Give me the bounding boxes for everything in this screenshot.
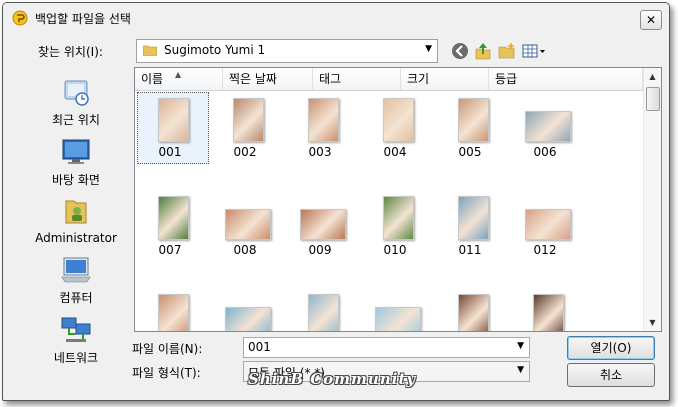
file-item[interactable] [435, 290, 505, 331]
file-list[interactable]: ▲ 이름 찍은 날짜 태그 크기 등급 001 002 003 004 005 006 007… [134, 67, 662, 332]
filetype-label: 파일 형식(T): [132, 366, 201, 380]
file-name: 008 [233, 243, 257, 257]
column-name[interactable]: ▲ 이름 [135, 68, 223, 90]
open-file-dialog: 백업할 파일을 선택 ✕ 찾는 위치(I): Sugimoto Yumi 1 ▼ [2, 2, 670, 401]
photo-thumbnail [158, 294, 189, 331]
look-in-label: 찾는 위치(I): [38, 45, 103, 59]
chevron-down-icon[interactable]: ▼ [425, 44, 432, 54]
watermark: ShinB Community [248, 370, 417, 388]
backup-app-icon [12, 10, 28, 26]
file-item[interactable] [285, 290, 355, 331]
user-folder-icon [65, 200, 87, 224]
photo-thumbnail [375, 307, 421, 331]
file-name: 003 [308, 145, 332, 159]
up-folder-icon[interactable] [473, 41, 493, 61]
column-tags[interactable]: 태그 [313, 68, 401, 90]
scrollbar-thumb[interactable] [646, 87, 660, 111]
file-item[interactable]: 003 [285, 94, 355, 169]
file-item[interactable] [210, 290, 280, 331]
file-item[interactable]: 010 [360, 192, 430, 267]
place-label: 최근 위치 [52, 113, 100, 127]
place-label: Administrator [35, 231, 117, 245]
file-name: 009 [308, 243, 332, 257]
photo-thumbnail [300, 209, 346, 240]
filename-value: 001 [248, 340, 271, 354]
filename-field[interactable]: 001 ▼ [243, 337, 530, 358]
place-user[interactable]: Administrator [20, 195, 132, 245]
photo-thumbnail [225, 209, 271, 240]
file-item[interactable]: 011 [435, 192, 505, 267]
look-in-value: Sugimoto Yumi 1 [164, 43, 266, 57]
place-desktop[interactable]: 바탕 화면 [20, 137, 132, 188]
file-item[interactable]: 009 [285, 192, 355, 267]
photo-thumbnail [458, 98, 489, 142]
photo-thumbnail [233, 98, 264, 142]
photo-thumbnail [533, 294, 564, 331]
file-item[interactable]: 002 [210, 94, 280, 169]
scroll-down-icon[interactable]: ▼ [644, 314, 661, 331]
filename-label: 파일 이름(N): [132, 342, 203, 356]
computer-icon [61, 257, 91, 283]
photo-thumbnail [458, 294, 489, 331]
photo-thumbnail [525, 209, 571, 240]
photo-thumbnail [158, 98, 189, 142]
column-size[interactable]: 크기 [401, 68, 489, 90]
column-rating[interactable]: 등급 [489, 68, 643, 90]
column-date-taken[interactable]: 찍은 날짜 [223, 68, 313, 90]
place-label: 바탕 화면 [52, 173, 100, 187]
desktop-icon [62, 139, 90, 164]
photo-thumbnail [383, 98, 414, 142]
place-label: 컴퓨터 [59, 291, 93, 305]
file-item[interactable] [360, 290, 430, 331]
file-name: 007 [158, 243, 182, 257]
photo-thumbnail [158, 196, 189, 240]
photo-thumbnail [308, 294, 339, 331]
view-menu-icon[interactable] [521, 41, 547, 61]
photo-thumbnail [525, 111, 571, 142]
file-item[interactable]: 006 [510, 94, 580, 169]
place-label: 네트워크 [53, 351, 99, 365]
place-recent[interactable]: 최근 위치 [20, 77, 132, 128]
file-item[interactable]: 008 [210, 192, 280, 267]
file-name: 006 [533, 145, 557, 159]
file-name: 010 [383, 243, 407, 257]
network-icon [61, 317, 91, 342]
file-name: 011 [458, 243, 482, 257]
scroll-up-icon[interactable]: ▲ [644, 68, 661, 85]
sort-ascending-icon: ▲ [175, 70, 182, 79]
close-button[interactable]: ✕ [640, 10, 662, 30]
window-title: 백업할 파일을 선택 [35, 12, 131, 26]
file-item[interactable]: 001 [135, 92, 209, 169]
file-name: 001 [158, 145, 182, 159]
file-item[interactable] [135, 290, 205, 331]
photo-thumbnail [308, 98, 339, 142]
file-name: 002 [233, 145, 257, 159]
photo-thumbnail [458, 196, 489, 240]
file-item[interactable]: 004 [360, 94, 430, 169]
file-name: 004 [383, 145, 407, 159]
chevron-down-icon[interactable]: ▼ [517, 365, 524, 375]
file-name: 005 [458, 145, 482, 159]
photo-thumbnail [225, 307, 271, 331]
recent-places-icon [64, 80, 89, 106]
title-bar: 백업할 파일을 선택 ✕ [3, 3, 669, 31]
file-item[interactable]: 012 [510, 192, 580, 267]
column-header: ▲ 이름 찍은 날짜 태그 크기 등급 [135, 68, 643, 91]
file-item[interactable]: 005 [435, 94, 505, 169]
photo-thumbnail [383, 196, 414, 240]
vertical-scrollbar[interactable]: ▲ ▼ [643, 68, 661, 331]
back-icon[interactable] [450, 41, 470, 61]
look-in-dropdown[interactable]: Sugimoto Yumi 1 ▼ [136, 39, 438, 63]
file-item[interactable]: 007 [135, 192, 205, 267]
chevron-down-icon[interactable]: ▼ [517, 341, 524, 351]
place-computer[interactable]: 컴퓨터 [20, 255, 132, 306]
cancel-button[interactable]: 취소 [567, 363, 655, 387]
new-folder-icon[interactable] [497, 41, 517, 61]
file-name: 012 [533, 243, 557, 257]
file-item[interactable] [510, 290, 580, 331]
open-button[interactable]: 열기(O) [567, 336, 655, 360]
places-bar: 최근 위치 바탕 화면 Administrator 컴퓨터 네트워크 [20, 67, 132, 367]
folder-icon [143, 45, 157, 56]
place-network[interactable]: 네트워크 [20, 315, 132, 366]
